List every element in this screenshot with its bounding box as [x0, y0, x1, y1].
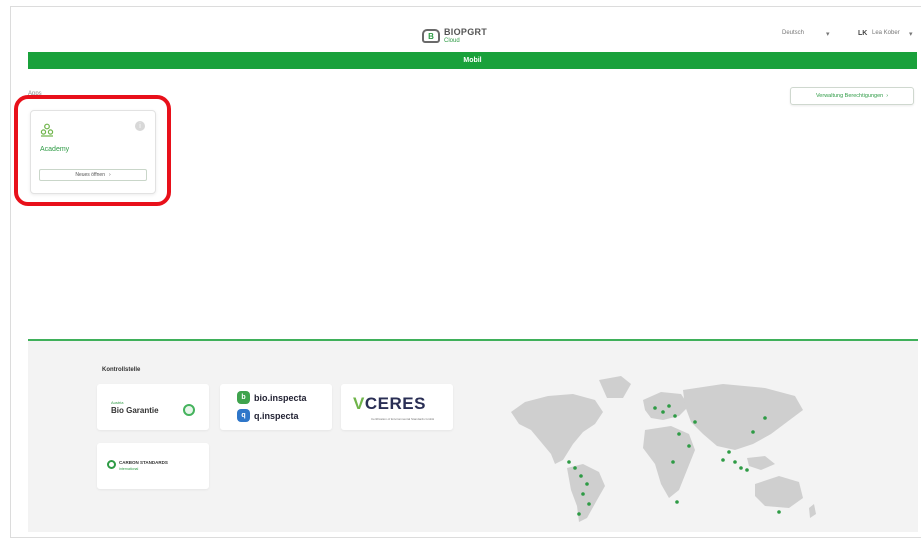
- ceres-wordmark: VCERES: [353, 394, 426, 413]
- bio-inspecta-name: bio.inspecta: [254, 392, 307, 403]
- user-menu[interactable]: Lea Kober: [872, 30, 900, 36]
- language-selector[interactable]: Deutsch: [782, 30, 804, 36]
- partner-logo-bio-garantie[interactable]: Austria Bio Garantie: [97, 384, 209, 430]
- partner-logo-carbon-standards[interactable]: CARBON STANDARDS International: [97, 443, 209, 489]
- bio-garantie-tagline: Austria: [111, 400, 124, 405]
- user-avatar-initials[interactable]: LK: [858, 30, 867, 37]
- partner-logo-ceres[interactable]: VCERES Certification of Environmental St…: [341, 384, 453, 430]
- footer-title: Kontrollstelle: [102, 367, 141, 373]
- chevron-down-icon[interactable]: ▾: [826, 30, 830, 38]
- bio-seal-icon: [183, 404, 195, 416]
- carbon-standards-name: CARBON STANDARDS: [119, 460, 168, 465]
- bio-inspecta-icon: b: [237, 391, 250, 404]
- logo-icon: B: [422, 29, 440, 43]
- q-inspecta-name: q.inspecta: [254, 410, 299, 421]
- manage-permissions-button[interactable]: Verwaltung Berechtigungen ›: [790, 87, 914, 105]
- chevron-down-icon[interactable]: ▾: [909, 30, 913, 38]
- highlight-annotation: [14, 95, 171, 206]
- ceres-subtitle: Certification of Environmental Standards…: [371, 417, 435, 421]
- logo-subtitle: Cloud: [444, 38, 460, 44]
- manage-permissions-label: Verwaltung Berechtigungen: [815, 93, 884, 99]
- world-map-icon: [503, 372, 818, 532]
- page-title: Mobil: [463, 57, 482, 64]
- brand-logo[interactable]: B BIOPGRT Cloud: [422, 28, 487, 44]
- carbon-standards-subtitle: International: [119, 467, 139, 471]
- partner-logo-inspecta[interactable]: b bio.inspecta q q.inspecta: [220, 384, 332, 430]
- bio-garantie-name: Bio Garantie: [111, 406, 159, 415]
- q-inspecta-icon: q: [237, 409, 250, 422]
- carbon-logo-icon: [107, 460, 116, 469]
- logo-name: BIOPGRT: [444, 27, 488, 37]
- chevron-right-icon: ›: [886, 93, 889, 99]
- page-title-bar: Mobil: [28, 52, 917, 69]
